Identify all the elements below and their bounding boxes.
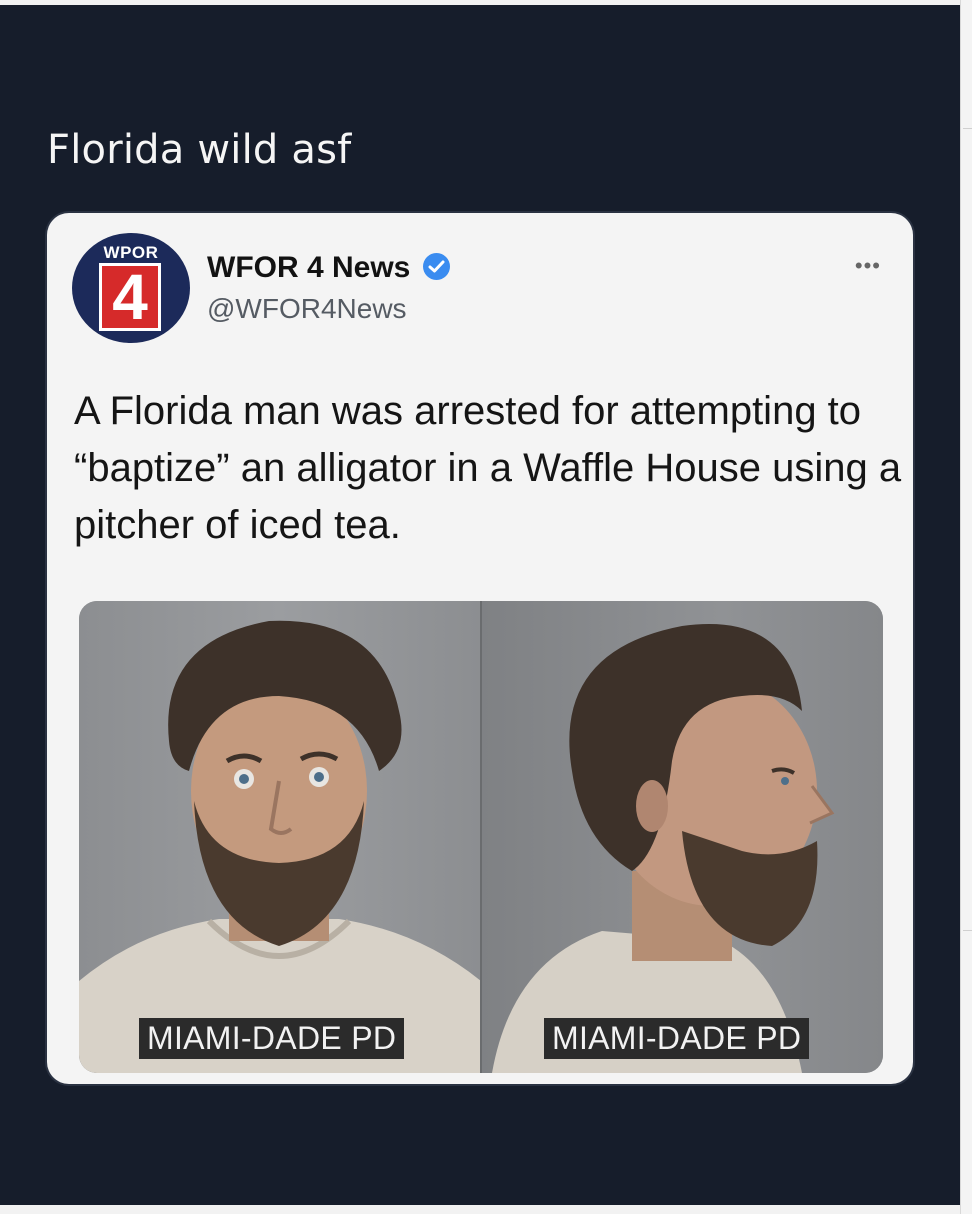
gutter-divider	[963, 128, 972, 129]
more-options-icon[interactable]: •••	[855, 253, 881, 279]
mugshot-profile-illustration	[492, 624, 835, 1073]
photo-label-right: MIAMI-DADE PD	[544, 1018, 810, 1059]
avatar-station-text: WPOR	[103, 243, 159, 262]
account-name[interactable]: WFOR 4 News	[207, 251, 410, 284]
post-caption: Florida wild asf	[47, 127, 352, 173]
photo-label-left: MIAMI-DADE PD	[139, 1018, 405, 1059]
tweet-media[interactable]: MIAMI-DADE PD MIAMI-DADE PD	[79, 601, 883, 1073]
post-view: Florida wild asf WPOR 4 WFOR 4 News @WFO…	[0, 5, 960, 1205]
tweet-text: A Florida man was arrested for attemptin…	[74, 389, 902, 547]
mugshot-front-illustration	[79, 620, 480, 1073]
avatar-channel-number: 4	[112, 261, 148, 333]
verified-badge-icon	[422, 253, 450, 280]
scrollbar-gutter[interactable]	[960, 0, 972, 1214]
gutter-divider	[963, 930, 972, 931]
mugshot-profile-photo[interactable]: MIAMI-DADE PD	[480, 601, 883, 1073]
account-name-row[interactable]: WFOR 4 News	[207, 251, 450, 285]
account-avatar[interactable]: WPOR 4	[72, 233, 190, 343]
account-handle[interactable]: @WFOR4News	[207, 293, 407, 325]
mugshot-front-photo[interactable]: MIAMI-DADE PD	[79, 601, 480, 1073]
embedded-tweet-card[interactable]: WPOR 4 WFOR 4 News @WFOR4News ••• A Flor…	[47, 213, 913, 1084]
